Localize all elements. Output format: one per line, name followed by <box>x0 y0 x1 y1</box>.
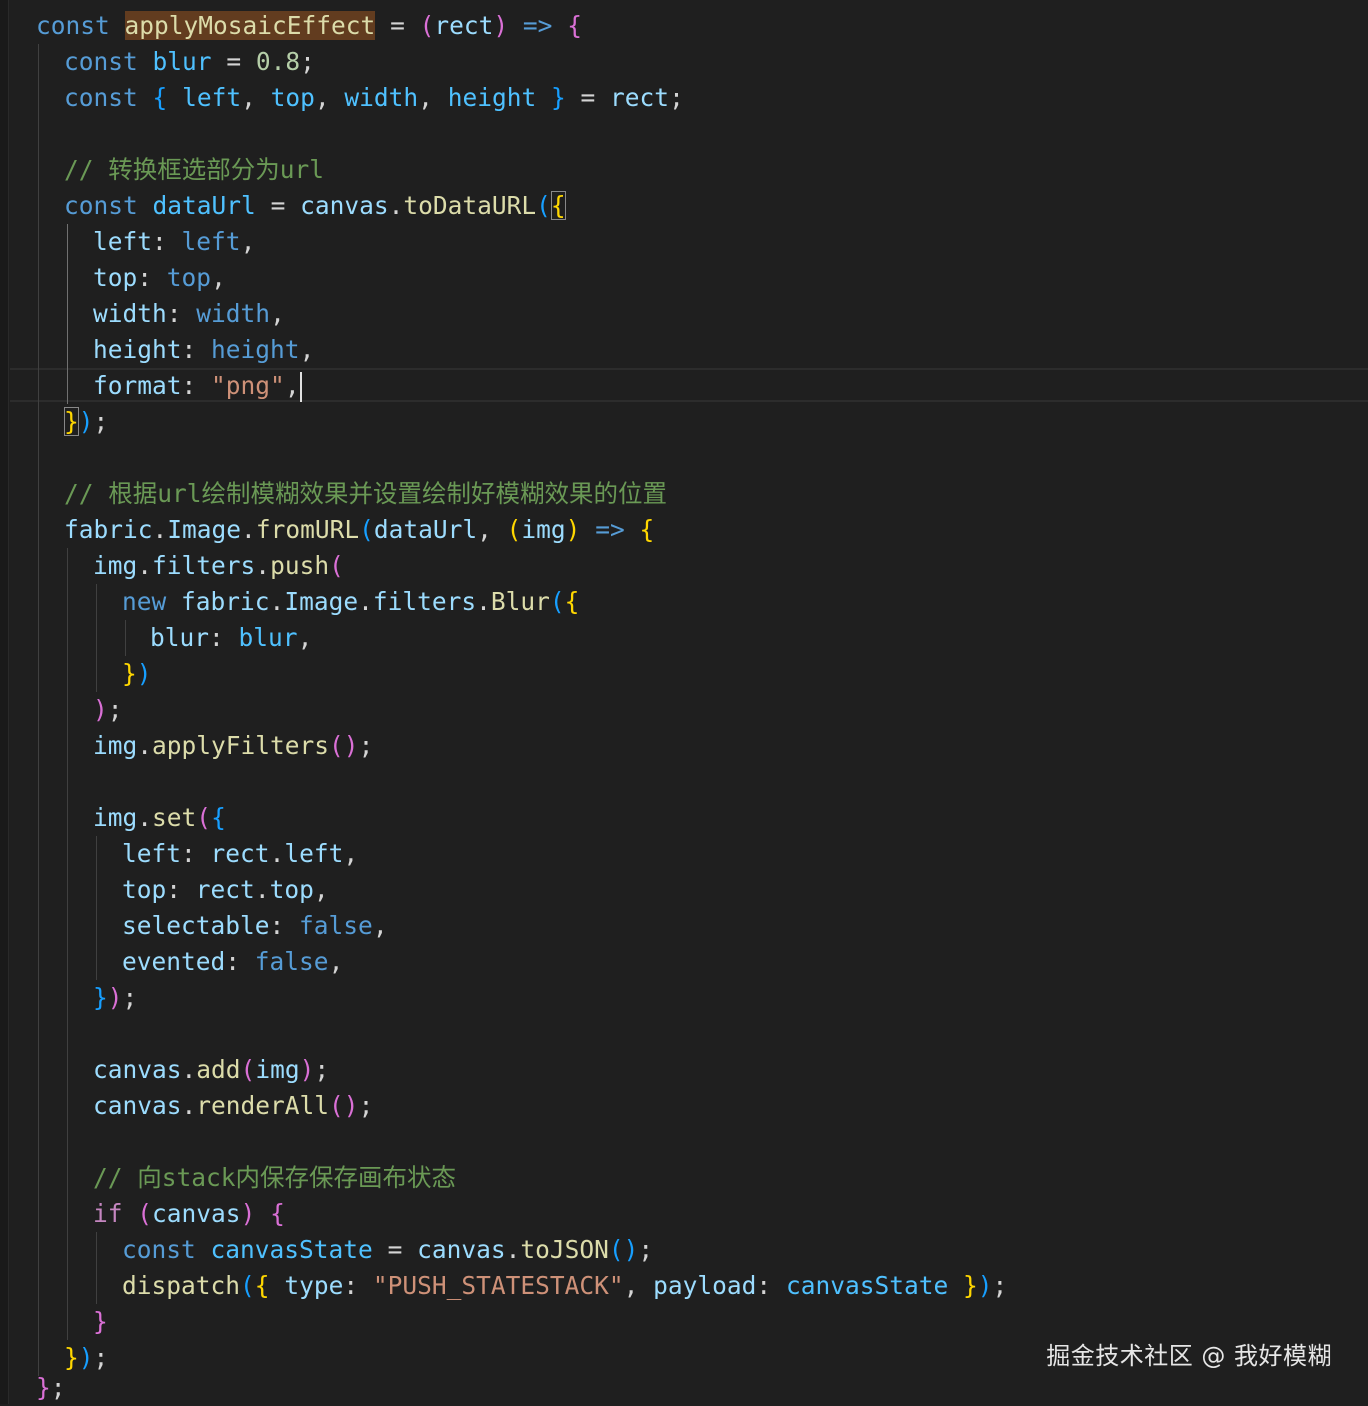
indent-guide <box>67 548 68 1340</box>
code-line: } <box>93 1307 108 1336</box>
code-comment: // 转换框选部分为url <box>64 155 325 184</box>
code-line: top: rect.top, <box>122 875 329 904</box>
code-line: canvas.renderAll(); <box>93 1091 374 1120</box>
code-line: }); <box>64 1343 109 1372</box>
watermark-text: 掘金技术社区 @ 我好模糊 <box>1046 1342 1332 1370</box>
code-line: const blur = 0.8; <box>64 47 315 76</box>
indent-guide <box>125 620 126 656</box>
code-line: width: width, <box>93 299 285 328</box>
code-line: selectable: false, <box>122 911 388 940</box>
function-name-highlight: applyMosaicEffect <box>124 11 376 40</box>
code-line: img.set({ <box>93 803 226 832</box>
code-line: }); <box>93 983 138 1012</box>
code-line: evented: false, <box>122 947 344 976</box>
code-line: canvas.add(img); <box>93 1055 330 1084</box>
code-line: left: rect.left, <box>122 839 359 868</box>
code-line: height: height, <box>93 335 315 364</box>
code-line: new fabric.Image.filters.Blur({ <box>122 587 580 616</box>
code-comment: // 根据url绘制模糊效果并设置绘制好模糊效果的位置 <box>64 479 667 508</box>
bracket-match: { <box>550 191 566 220</box>
indent-guide <box>38 44 39 1376</box>
code-line: dispatch({ type: "PUSH_STATESTACK", payl… <box>122 1271 1008 1300</box>
code-comment: // 向stack内保存保存画布状态 <box>93 1163 457 1192</box>
code-line: }; <box>36 1373 66 1402</box>
code-line: }); <box>64 407 109 436</box>
code-line: img.filters.push( <box>93 551 344 580</box>
code-line: const applyMosaicEffect = (rect) => { <box>36 11 582 40</box>
code-editor[interactable]: const applyMosaicEffect = (rect) => { co… <box>0 0 1368 1404</box>
code-line: const canvasState = canvas.toJSON(); <box>122 1235 654 1264</box>
indent-guide <box>96 584 97 692</box>
code-line-current[interactable]: format: "png", <box>93 368 302 404</box>
code-line: }) <box>122 659 152 688</box>
code-line: const { left, top, width, height } = rec… <box>64 83 684 112</box>
code-line: ); <box>93 695 123 724</box>
indent-guide <box>96 1232 97 1304</box>
code-line: const dataUrl = canvas.toDataURL({ <box>64 191 566 220</box>
code-line: top: top, <box>93 263 226 292</box>
code-line: left: left, <box>93 227 256 256</box>
editor-gutter <box>0 0 9 1404</box>
code-line: if (canvas) { <box>93 1199 285 1228</box>
indent-guide <box>96 836 97 980</box>
code-line: img.applyFilters(); <box>93 731 374 760</box>
indent-guide-active <box>67 224 68 404</box>
text-cursor <box>299 372 302 402</box>
code-line: blur: blur, <box>150 623 313 652</box>
bracket-match: } <box>64 407 79 436</box>
code-line: fabric.Image.fromURL(dataUrl, (img) => { <box>64 515 655 544</box>
